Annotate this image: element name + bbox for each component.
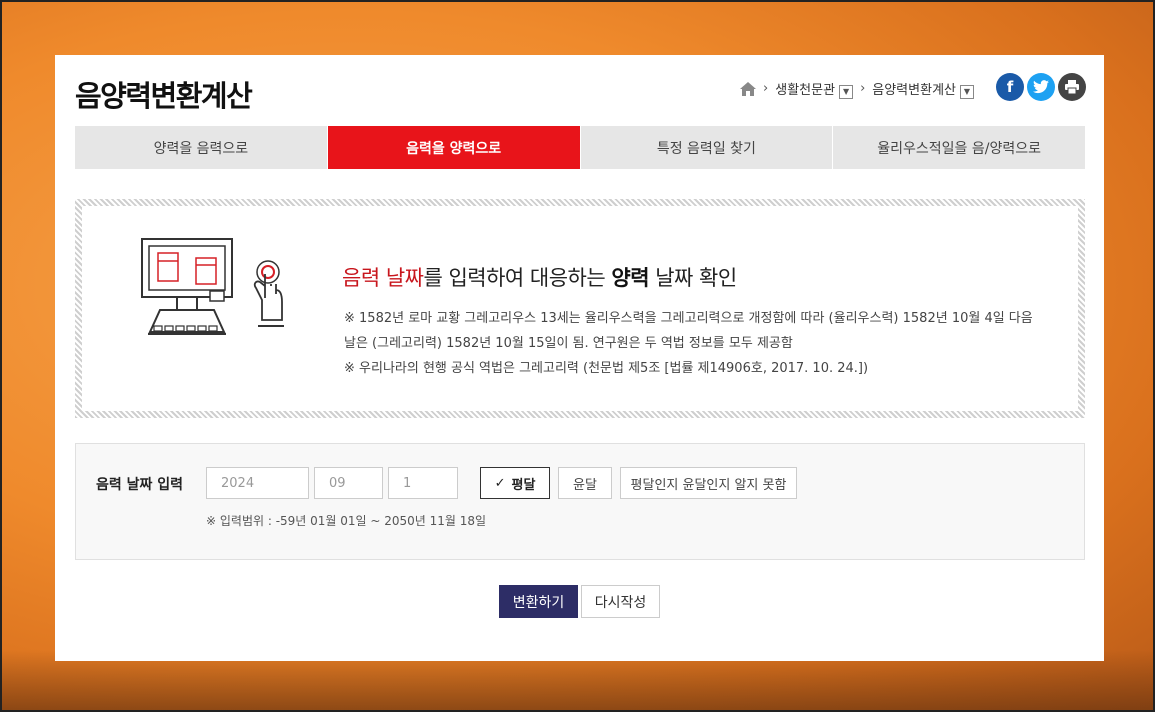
twitter-icon[interactable] (1027, 73, 1055, 101)
month-input[interactable]: 09 (314, 467, 383, 499)
convert-button[interactable]: 변환하기 (499, 585, 578, 618)
info-box: 음력 날짜를 입력하여 대응하는 양력 날짜 확인 ※ 1582년 로마 교황 … (75, 199, 1085, 418)
print-icon[interactable] (1058, 73, 1086, 101)
action-buttons: 변환하기 다시작성 (499, 585, 660, 618)
chevron-right-icon: › (860, 81, 866, 97)
tab-julian-day[interactable]: 율리우스적일을 음/양력으로 (833, 126, 1085, 169)
page-title: 음양력변환계산 (75, 79, 253, 113)
chevron-down-icon[interactable]: ▼ (960, 84, 974, 99)
tab-lunar-to-solar[interactable]: 음력을 양력으로 (327, 126, 581, 169)
chevron-right-icon: › (763, 81, 769, 97)
chevron-down-icon[interactable]: ▼ (839, 84, 854, 99)
range-note: ※ 입력범위 : -59년 01월 01일 ~ 2050년 11월 18일 (206, 514, 487, 528)
note-official-calendar: ※ 우리나라의 현행 공식 역법은 그레고리력 (천문법 제5조 [법률 제14… (344, 361, 869, 376)
monitor-touch-icon (132, 236, 292, 346)
breadcrumb-item-2[interactable]: 음양력변환계산 ▼ (872, 79, 974, 99)
input-box: 음력 날짜 입력 2024 09 1 ✓ 평달 윤달 평달인지 윤달인지 알지 못… (75, 443, 1085, 560)
main-panel: 음양력변환계산 › 생활천문관 ▼ › 음양력변환계산 ▼ f 양력을 음력으로… (55, 55, 1104, 661)
home-icon[interactable] (740, 81, 757, 96)
breadcrumb-item-1[interactable]: 생활천문관 ▼ (775, 79, 854, 99)
tab-solar-to-lunar[interactable]: 양력을 음력으로 (75, 126, 328, 169)
info-headline: 음력 날짜를 입력하여 대응하는 양력 날짜 확인 (342, 266, 737, 290)
check-icon: ✓ (494, 475, 506, 491)
day-input[interactable]: 1 (388, 467, 458, 499)
note-gregorian-reform: ※ 1582년 로마 교황 그레고리우스 13세는 율리우스력을 그레고리력으로… (344, 311, 1033, 351)
tab-find-lunar-date[interactable]: 특정 음력일 찾기 (581, 126, 834, 169)
reset-button[interactable]: 다시작성 (581, 585, 660, 618)
input-label: 음력 날짜 입력 (96, 477, 184, 493)
tab-bar: 양력을 음력으로 음력을 양력으로 특정 음력일 찾기 율리우스적일을 음/양력… (75, 126, 1085, 169)
unknown-month-button[interactable]: 평달인지 윤달인지 알지 못함 (620, 467, 797, 499)
facebook-icon[interactable]: f (996, 73, 1024, 101)
info-notes: ※ 1582년 로마 교황 그레고리우스 13세는 율리우스력을 그레고리력으로… (344, 306, 1044, 381)
share-buttons: f (996, 73, 1086, 101)
leap-month-button[interactable]: 윤달 (558, 467, 612, 499)
page-header: 음양력변환계산 › 생활천문관 ▼ › 음양력변환계산 ▼ f (75, 71, 1086, 115)
normal-month-button[interactable]: ✓ 평달 (480, 467, 550, 499)
breadcrumb: › 생활천문관 ▼ › 음양력변환계산 ▼ (740, 79, 974, 99)
year-input[interactable]: 2024 (206, 467, 309, 499)
